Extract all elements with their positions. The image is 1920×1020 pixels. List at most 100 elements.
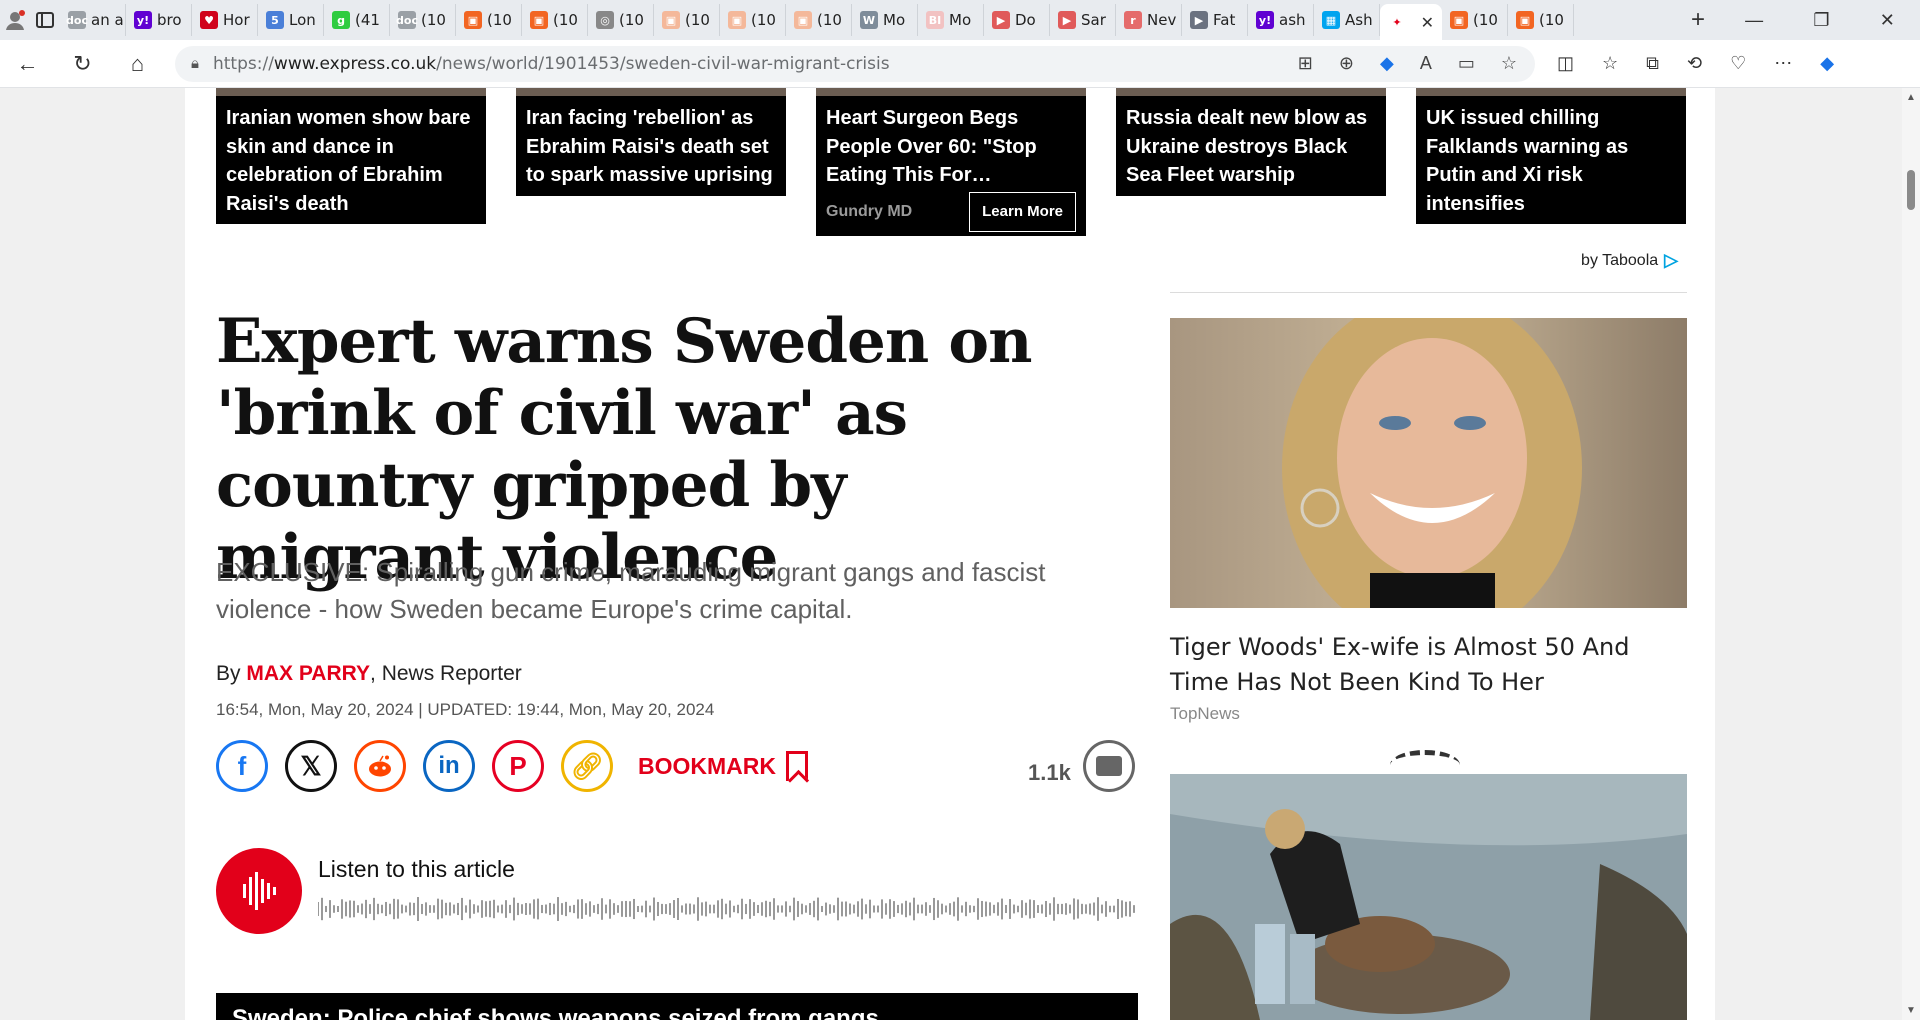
bookmark-label: BOOKMARK (638, 752, 776, 779)
shopping-tag-icon[interactable]: ◆ (1380, 53, 1394, 74)
reddit-share-icon[interactable] (354, 740, 406, 792)
minimize-icon[interactable]: — (1745, 10, 1763, 31)
browser-tab[interactable]: ▣ (10 (1442, 4, 1508, 36)
apps-icon[interactable]: ⊞ (1298, 53, 1313, 74)
author-link[interactable]: MAX PARRY (246, 662, 370, 685)
close-window-icon[interactable]: ✕ (1880, 10, 1895, 31)
page-title: Expert warns Sweden on 'brink of civil w… (216, 306, 1032, 593)
taboola-card[interactable]: Iranian women show bare skin and dance i… (216, 88, 486, 224)
taboola-card[interactable]: UK issued chilling Falklands warning as … (1416, 88, 1686, 224)
tab-favicon-icon: ▣ (662, 11, 680, 29)
home-icon[interactable]: ⌂ (110, 51, 165, 77)
tab-favicon-icon: ▣ (794, 11, 812, 29)
tab-label: Fat (1213, 11, 1236, 29)
tab-favicon-icon: ▦ (1322, 11, 1340, 29)
by-taboola-label[interactable]: by Taboola ▷ (1581, 250, 1678, 271)
standfirst: EXCLUSIVE: Spiralling gun crime, maraudi… (216, 557, 1046, 624)
browser-tab[interactable]: ▣ (10 (654, 4, 720, 36)
split-screen-icon[interactable]: ◫ (1557, 53, 1574, 74)
tab-favicon-icon: ◎ (596, 11, 614, 29)
refresh-icon[interactable]: ↻ (55, 51, 110, 77)
browser-tab[interactable]: ▣ (10 (456, 4, 522, 36)
browser-tab[interactable]: ▣ (10 (786, 4, 852, 36)
restore-icon[interactable]: ❐ (1813, 10, 1829, 31)
browser-tab[interactable]: ▶ Do (984, 4, 1050, 36)
scrollbar-thumb[interactable] (1907, 170, 1915, 210)
copilot-icon[interactable]: ◆ (1820, 53, 1834, 74)
taboola-card[interactable]: Heart Surgeon Begs People Over 60: "Stop… (816, 88, 1086, 236)
tab-actions-icon[interactable] (32, 7, 58, 33)
read-aloud-icon[interactable]: A (1420, 53, 1432, 74)
browser-tab[interactable]: BI Mo (918, 4, 984, 36)
close-tab-icon[interactable]: ✕ (1421, 13, 1434, 32)
lock-icon[interactable]: 🔒︎ (191, 55, 199, 72)
page-scrollbar[interactable]: ▲ ▼ (1902, 88, 1920, 1020)
browser-tab[interactable]: doc (10 (390, 4, 456, 36)
immersive-reader-icon[interactable]: ▭ (1458, 53, 1475, 74)
browser-tab-bar: doc an a y! bro ♥ Hor 5 Lon g (41 doc (10 ▣ (10 ▣ (10 ◎(… (0, 0, 1920, 40)
listen-label: Listen to this article (318, 856, 515, 882)
zoom-icon[interactable]: ⊕ (1339, 53, 1354, 74)
browser-tab[interactable]: r Nev (1116, 4, 1182, 36)
taboola-caption-box: UK issued chilling Falklands warning as … (1416, 96, 1686, 224)
promo-image-woman[interactable] (1170, 318, 1687, 608)
taboola-card[interactable]: Russia dealt new blow as Ukraine destroy… (1116, 88, 1386, 196)
bookmark-button[interactable]: BOOKMARK (638, 751, 808, 781)
video-title-bar[interactable]: Sweden: Police chief shows weapons seize… (216, 993, 1138, 1020)
facebook-share-icon[interactable]: f (216, 740, 268, 792)
listen-play-button[interactable] (216, 848, 302, 934)
copy-link-icon[interactable]: 🔗︎ (561, 740, 613, 792)
browser-tab[interactable]: ♥ Hor (192, 4, 258, 36)
browser-tab[interactable]: ▦ Ash (1314, 4, 1380, 36)
browser-tab[interactable]: ▣ (10 (1508, 4, 1574, 36)
audio-waveform[interactable] (318, 894, 1138, 924)
tab-label: Lon (289, 11, 316, 29)
taboola-card[interactable]: Iran facing 'rebellion' as Ebrahim Raisi… (516, 88, 786, 196)
more-menu-icon[interactable]: ⋯ (1774, 53, 1792, 74)
scroll-up-icon[interactable]: ▲ (1906, 92, 1916, 103)
tab-label: (10 (685, 11, 710, 29)
health-icon[interactable]: ♡ (1730, 53, 1746, 74)
url-text: https://www.express.co.uk/news/world/190… (212, 53, 890, 74)
taboola-thumbnail (1416, 88, 1686, 96)
tab-label: Hor (223, 11, 250, 29)
browser-tab[interactable]: y! bro (126, 4, 192, 36)
taboola-thumbnail (816, 88, 1086, 96)
favorite-star-icon[interactable]: ☆ (1501, 53, 1517, 74)
comments-button[interactable]: 1.1k (1028, 740, 1135, 792)
learn-more-button[interactable]: Learn More (969, 191, 1076, 232)
browser-tab[interactable]: doc an a (60, 4, 126, 36)
browser-tab[interactable]: g (41 (324, 4, 390, 36)
share-bar: f 𝕏 in P 🔗︎ BOOKMARK (216, 740, 808, 792)
back-icon[interactable]: ← (0, 51, 55, 77)
browser-tab[interactable]: ▣ (10 (720, 4, 786, 36)
url-field[interactable]: 🔒︎ https://www.express.co.uk/news/world/… (175, 45, 1535, 82)
browser-tab[interactable]: ✦ ✕ (1380, 4, 1442, 40)
browser-tab[interactable]: y! ash (1248, 4, 1314, 36)
browser-tab[interactable]: ▶ Sar (1050, 4, 1116, 36)
browser-tab[interactable]: W Mo (852, 4, 918, 36)
tab-label: (10 (553, 11, 578, 29)
linkedin-share-icon[interactable]: in (423, 740, 475, 792)
scroll-down-icon[interactable]: ▼ (1906, 1005, 1916, 1016)
browser-tab[interactable]: 5 Lon (258, 4, 324, 36)
taboola-thumbnail (216, 88, 486, 96)
browser-tab[interactable]: ◎ (10 (588, 4, 654, 36)
x-share-icon[interactable]: 𝕏 (285, 740, 337, 792)
browser-tab[interactable]: ▣ (10 (522, 4, 588, 36)
article-page: Iranian women show bare skin and dance i… (185, 88, 1715, 1020)
promo-image-rescue[interactable] (1170, 774, 1687, 1020)
tab-label: (10 (619, 11, 644, 29)
promo-title[interactable]: Tiger Woods' Ex-wife is Almost 50 And Ti… (1170, 630, 1687, 700)
profile-avatar-icon[interactable] (2, 7, 28, 33)
favorites-icon[interactable]: ☆ (1602, 53, 1618, 74)
new-tab-button[interactable]: + (1676, 6, 1720, 34)
taboola-thumbnail (1116, 88, 1386, 96)
tab-favicon-icon: ♥ (200, 11, 218, 29)
browser-tab[interactable]: ▶ Fat (1182, 4, 1248, 36)
pinterest-share-icon[interactable]: P (492, 740, 544, 792)
history-icon[interactable]: ⟲ (1687, 53, 1702, 74)
comment-count: 1.1k (1028, 760, 1071, 785)
tab-label: Ash (1345, 11, 1373, 29)
collections-icon[interactable]: ⧉ (1646, 53, 1659, 74)
